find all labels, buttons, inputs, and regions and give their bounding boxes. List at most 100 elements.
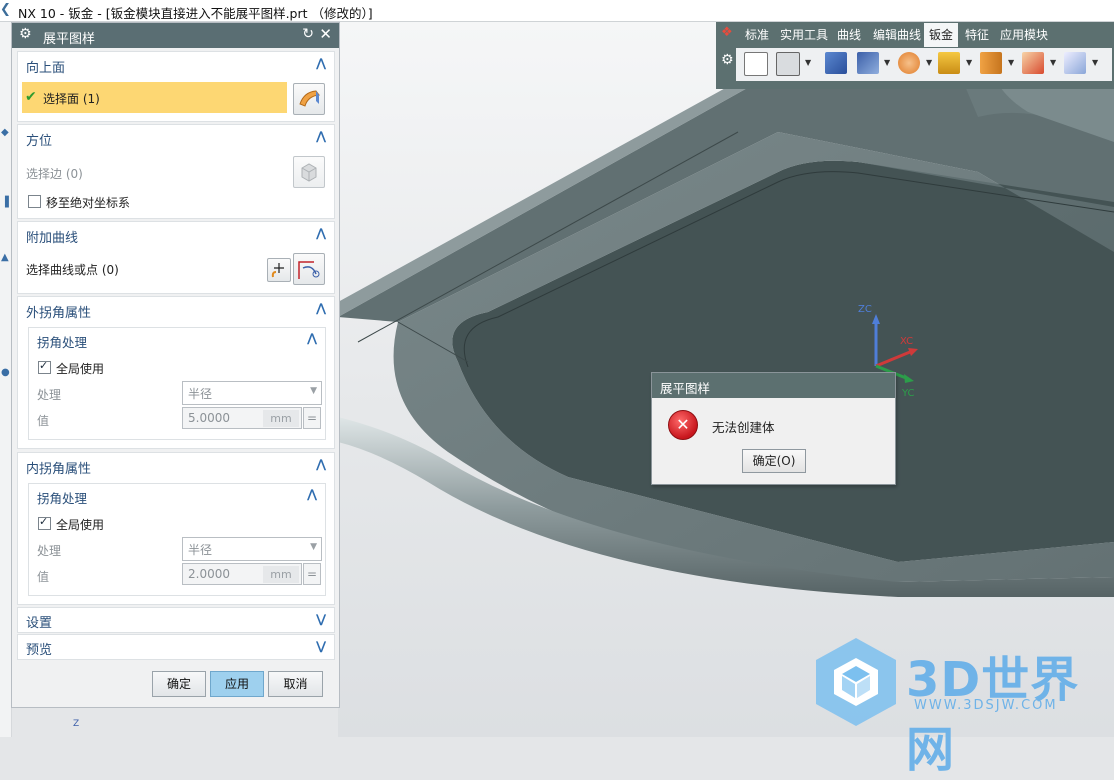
- section-inner-corner: 内拐角属性 ⋀ 拐角处理 ⋀ 全局使用 处理 半径 ▼ 值 2.0000 mm …: [17, 452, 335, 605]
- error-icon: ✕: [668, 410, 698, 440]
- dropdown-arrow-icon[interactable]: ▼: [1092, 58, 1098, 67]
- value-box[interactable]: 2.0000 mm: [182, 563, 302, 585]
- sub-section-label: 拐角处理: [37, 335, 88, 350]
- value-box[interactable]: 5.0000 mm: [182, 407, 302, 429]
- tab-feature-icon[interactable]: [776, 52, 800, 76]
- gear-icon[interactable]: ⚙: [19, 26, 32, 42]
- chevron-up-icon[interactable]: ⋀: [316, 56, 328, 70]
- contour-flange-icon[interactable]: [857, 52, 879, 74]
- tab-applications[interactable]: 应用模块: [1000, 26, 1048, 43]
- chevron-up-icon[interactable]: ⋀: [316, 457, 328, 471]
- edge-select-button[interactable]: [293, 156, 325, 188]
- process-label: 处理: [37, 388, 62, 402]
- curve-icon: [298, 261, 320, 279]
- flat-solid-icon[interactable]: [1064, 52, 1086, 74]
- value-label: 值: [37, 570, 50, 584]
- error-dialog-title: 展平图样: [660, 381, 711, 396]
- chevron-down-icon[interactable]: ⋁: [316, 639, 328, 653]
- chevron-up-icon[interactable]: ⋀: [316, 129, 328, 143]
- dropdown-arrow-icon[interactable]: ▼: [805, 58, 811, 67]
- resource-icon[interactable]: ▐: [1, 197, 9, 208]
- face-select-button[interactable]: [293, 83, 325, 115]
- value-text: 2.0000: [188, 567, 230, 581]
- equals-icon[interactable]: =: [303, 563, 321, 585]
- error-ok-button[interactable]: 确定(O): [742, 449, 806, 473]
- equals-icon[interactable]: =: [303, 407, 321, 429]
- app-logo-icon[interactable]: ❖: [721, 25, 733, 40]
- dropdown-arrow-icon[interactable]: ▼: [1008, 58, 1014, 67]
- tab-utilities[interactable]: 实用工具: [780, 26, 828, 43]
- global-use-checkbox[interactable]: [38, 515, 51, 530]
- punch-icon[interactable]: [1022, 52, 1044, 74]
- section-up-face: 向上面 ⋀ ✔ 选择面 (1): [17, 51, 335, 122]
- sub-section-label: 拐角处理: [37, 491, 88, 506]
- process-select[interactable]: 半径 ▼: [182, 381, 322, 405]
- flat-pattern-dialog: ⚙ 展平图样 ↻ ✕ 向上面 ⋀ ✔ 选择面 (1) 方位 ⋀ 选择边 (0): [11, 22, 340, 708]
- face-icon: [299, 90, 320, 107]
- resource-icon[interactable]: ◆: [1, 127, 9, 138]
- sketch-icon[interactable]: [744, 52, 768, 76]
- resource-icon[interactable]: ▲: [1, 252, 9, 263]
- back-arrow-icon[interactable]: ❮: [0, 2, 11, 17]
- error-dialog-header: 展平图样: [652, 373, 895, 398]
- error-message: 无法创建体: [712, 420, 775, 435]
- process-value: 半径: [188, 387, 213, 401]
- section-header[interactable]: 向上面 ⋀: [18, 52, 334, 77]
- gear-icon[interactable]: ⚙: [721, 52, 734, 68]
- tab-standard[interactable]: 标准: [745, 26, 769, 43]
- chevron-down-icon[interactable]: ⋁: [316, 612, 328, 626]
- unbend-icon[interactable]: [980, 52, 1002, 74]
- bend-icon[interactable]: [938, 52, 960, 74]
- section-header[interactable]: 外拐角属性 ⋀: [18, 297, 334, 322]
- section-header[interactable]: 附加曲线 ⋀: [18, 222, 334, 247]
- tab-feature[interactable]: 特征: [965, 26, 989, 43]
- chevron-up-icon[interactable]: ⋀: [307, 487, 319, 501]
- resource-icon[interactable]: ●: [1, 367, 10, 378]
- watermark: 3D世界网 WWW.3DSJW.COM: [812, 630, 1112, 778]
- curve-select-button[interactable]: [293, 253, 325, 285]
- chevron-up-icon[interactable]: ⋀: [316, 301, 328, 315]
- section-extra-curves: 附加曲线 ⋀ 选择曲线或点 (0): [17, 221, 335, 294]
- section-header[interactable]: 方位 ⋀: [18, 125, 334, 150]
- value-text: 5.0000: [188, 411, 230, 425]
- radius-value-field[interactable]: 2.0000 mm =: [182, 563, 321, 585]
- select-face-row[interactable]: ✔ 选择面 (1): [22, 82, 287, 113]
- section-orientation: 方位 ⋀ 选择边 (0) 移至绝对坐标系: [17, 124, 335, 219]
- section-header[interactable]: 内拐角属性 ⋀: [18, 453, 334, 478]
- section-label: 设置: [26, 616, 53, 631]
- axis-zc-label: ZC: [858, 304, 872, 315]
- chevron-down-icon: ▼: [310, 386, 317, 396]
- dropdown-arrow-icon[interactable]: ▼: [884, 58, 890, 67]
- chevron-up-icon[interactable]: ⋀: [316, 226, 328, 240]
- tab-curve[interactable]: 曲线: [837, 26, 861, 43]
- dropdown-arrow-icon[interactable]: ▼: [966, 58, 972, 67]
- section-label: 外拐角属性: [26, 306, 92, 321]
- global-use-checkbox[interactable]: [38, 359, 51, 374]
- tab-sheetmetal[interactable]: 钣金: [924, 23, 959, 47]
- apply-button[interactable]: 应用: [210, 671, 264, 697]
- flange-icon[interactable]: [825, 52, 847, 74]
- ribbon-tabs: ❖ 标准 实用工具 曲线 编辑曲线 钣金 特征 应用模块: [716, 22, 1114, 47]
- dropdown-arrow-icon[interactable]: ▼: [926, 58, 932, 67]
- point-dialog-button[interactable]: [267, 258, 291, 282]
- section-label: 方位: [26, 134, 53, 149]
- section-settings[interactable]: 设置 ⋁: [17, 607, 335, 633]
- chevron-up-icon[interactable]: ⋀: [307, 331, 319, 345]
- value-label: 值: [37, 414, 50, 428]
- move-abs-checkbox[interactable]: [28, 195, 41, 208]
- tab-edit-curve[interactable]: 编辑曲线: [873, 26, 921, 43]
- reset-icon[interactable]: ↻: [302, 26, 314, 42]
- ok-button[interactable]: 确定: [152, 671, 206, 697]
- section-label: 内拐角属性: [26, 462, 92, 477]
- radius-value-field[interactable]: 5.0000 mm =: [182, 407, 321, 429]
- corner-icon[interactable]: [898, 52, 920, 74]
- section-preview[interactable]: 预览 ⋁: [17, 634, 335, 660]
- triad-z-label: Z: [73, 719, 80, 729]
- cancel-button[interactable]: 取消: [268, 671, 323, 697]
- window-titlebar: ❮ NX 10 - 钣金 - [钣金模块直接进入不能展平图样.prt （修改的）…: [0, 0, 1114, 22]
- dropdown-arrow-icon[interactable]: ▼: [1050, 58, 1056, 67]
- corner-treatment-group: 拐角处理 ⋀ 全局使用 处理 半径 ▼ 值 5.0000 mm =: [28, 327, 326, 440]
- close-icon[interactable]: ✕: [319, 25, 332, 43]
- axis-yc-label: YC: [902, 388, 915, 399]
- process-select[interactable]: 半径 ▼: [182, 537, 322, 561]
